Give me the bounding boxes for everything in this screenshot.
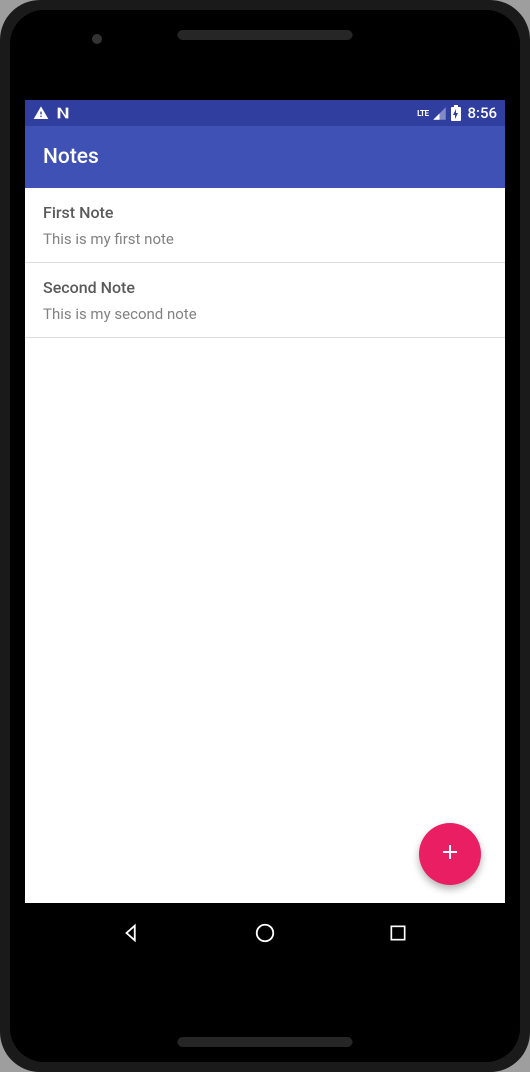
note-body: This is my second note (43, 305, 487, 323)
list-item[interactable]: First Note This is my first note (25, 188, 505, 263)
battery-charging-icon (451, 105, 461, 121)
clock: 8:56 (467, 104, 497, 122)
nav-home-button[interactable] (235, 922, 295, 944)
warning-icon (33, 105, 49, 121)
signal-icon (432, 106, 447, 121)
speaker-bottom (178, 1037, 353, 1047)
status-right: LTE 8:56 (417, 104, 497, 122)
phone-inner: LTE 8:56 Notes First Note This is my fir… (10, 10, 520, 1062)
status-left (33, 105, 71, 121)
note-body: This is my first note (43, 230, 487, 248)
status-bar: LTE 8:56 (25, 100, 505, 126)
list-item[interactable]: Second Note This is my second note (25, 263, 505, 338)
android-n-icon (55, 105, 71, 121)
content-area[interactable]: First Note This is my first note Second … (25, 188, 505, 903)
nav-back-button[interactable] (102, 922, 162, 944)
nav-recent-button[interactable] (368, 923, 428, 943)
screen: LTE 8:56 Notes First Note This is my fir… (25, 100, 505, 962)
navigation-bar (25, 903, 505, 962)
speaker-top (178, 30, 353, 40)
front-camera (92, 34, 102, 44)
network-type-label: LTE (417, 109, 428, 118)
plus-icon (438, 840, 462, 868)
note-title: First Note (43, 203, 487, 222)
app-bar: Notes (25, 126, 505, 188)
app-title: Notes (43, 145, 99, 169)
add-note-button[interactable] (419, 823, 481, 885)
note-title: Second Note (43, 278, 487, 297)
phone-frame: LTE 8:56 Notes First Note This is my fir… (0, 0, 530, 1072)
